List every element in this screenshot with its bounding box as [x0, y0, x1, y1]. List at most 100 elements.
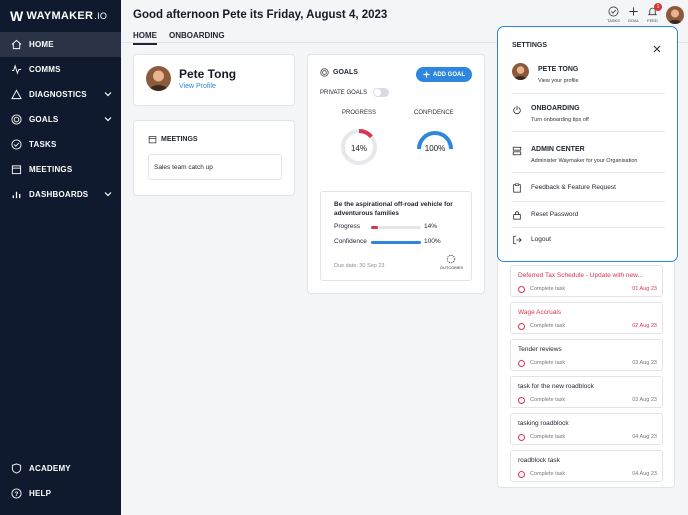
server-icon [512, 146, 522, 156]
outcomes-button[interactable]: OUTCOMES [440, 254, 463, 270]
task-complete-checkbox[interactable] [518, 397, 525, 404]
sidebar-item-comms[interactable]: COMMS [0, 57, 121, 82]
task-complete-checkbox[interactable] [518, 360, 525, 367]
avatar[interactable] [666, 6, 684, 24]
sidebar-item-label: HELP [29, 489, 52, 498]
settings-logout-item[interactable]: Logout [512, 235, 665, 247]
task-title: roadblock task [518, 457, 560, 464]
task-due-date: 03 Aug 23 [632, 360, 657, 366]
goals-title: GOALS [320, 68, 358, 77]
task-item[interactable]: tasking roadblock Complete task 04 Aug 2… [510, 413, 663, 445]
task-status: Complete task [530, 397, 566, 403]
target-icon [320, 68, 329, 77]
chevron-down-icon[interactable] [104, 190, 112, 199]
sidebar-item-help[interactable]: ? HELP [0, 481, 121, 506]
goal-confidence-value: 100% [424, 238, 441, 245]
chevron-down-icon[interactable] [104, 90, 112, 99]
power-icon [512, 105, 522, 115]
task-complete-checkbox[interactable] [518, 434, 525, 441]
profile-name: Pete Tong [179, 67, 237, 81]
goals-card: GOALS ADD GOAL PRIVATE GOALS PROGRESS CO… [307, 54, 485, 294]
divider [512, 227, 665, 228]
settings-reset-password-label: Reset Password [531, 211, 579, 218]
feed-count-badge: 1 [654, 3, 662, 11]
private-goals-toggle[interactable] [373, 88, 390, 97]
feed-action-button[interactable]: 1 FEED [647, 3, 662, 23]
brand-logo[interactable]: W WAYMAKER .IO [0, 0, 121, 32]
task-due-date: 04 Aug 23 [632, 471, 657, 477]
meeting-item[interactable]: Sales team catch up [148, 154, 282, 180]
sidebar-item-tasks[interactable]: TASKS [0, 132, 121, 157]
view-profile-link[interactable]: View Profile [179, 83, 216, 90]
goal-confidence-fill [371, 241, 421, 244]
brand-suffix: .IO [94, 11, 108, 21]
divider [512, 201, 665, 202]
task-due-date: 04 Aug 23 [632, 434, 657, 440]
goal-due-date: Due date: 30 Sep 23 [334, 263, 385, 269]
tasks-action-label: TASKS [607, 18, 620, 23]
sidebar-item-label: ACADEMY [29, 464, 71, 473]
goals-title-text: GOALS [333, 69, 358, 76]
profile-card: Pete Tong View Profile [133, 54, 295, 106]
sidebar-item-goals[interactable]: GOALS [0, 107, 121, 132]
task-item[interactable]: task for the new roadblock Complete task… [510, 376, 663, 408]
sidebar-item-home[interactable]: HOME [0, 32, 121, 57]
sidebar-item-academy[interactable]: ACADEMY [0, 456, 121, 481]
chevron-down-icon[interactable] [104, 115, 112, 124]
sidebar-item-diagnostics[interactable]: DIAGNOSTICS [0, 82, 121, 107]
settings-reset-password-item[interactable]: Reset Password [512, 210, 665, 222]
task-due-date: 01 Aug 23 [632, 286, 657, 292]
task-complete-checkbox[interactable] [518, 471, 525, 478]
task-status: Complete task [530, 360, 566, 366]
close-icon[interactable] [653, 40, 661, 58]
outcomes-label: OUTCOMES [439, 265, 463, 270]
settings-onboarding-item[interactable]: ONBOARDING Turn onboarding tips off [512, 105, 665, 127]
bar-chart-icon [10, 189, 22, 201]
tasks-action-button[interactable]: TASKS [607, 6, 620, 23]
check-circle-icon [10, 139, 22, 151]
task-item[interactable]: Wage Accruals Complete task 02 Aug 23 [510, 302, 663, 334]
sidebar-item-label: COMMS [29, 65, 61, 74]
task-item[interactable]: Tender reviews Complete task 03 Aug 23 [510, 339, 663, 371]
settings-profile-item[interactable]: PETE TONG View your profile [512, 63, 665, 88]
settings-admin-item[interactable]: ADMIN CENTER Administer Waymaker for you… [512, 146, 665, 168]
task-due-date: 03 Aug 23 [632, 397, 657, 403]
lock-icon [512, 210, 522, 220]
check-circle-icon [608, 6, 619, 17]
goal-confidence-bar [371, 241, 421, 244]
feed-action-label: FEED [647, 18, 658, 23]
private-goals-row: PRIVATE GOALS [320, 88, 390, 97]
meetings-title-text: MEETINGS [161, 136, 198, 143]
settings-onboarding-sub: Turn onboarding tips off [531, 117, 589, 123]
plus-icon [629, 7, 638, 16]
settings-panel: SETTINGS PETE TONG View your profile ONB… [497, 26, 678, 262]
goal-action-button[interactable]: GOAL [628, 6, 639, 23]
pulse-icon [10, 64, 22, 76]
sidebar-item-label: TASKS [29, 140, 57, 149]
task-complete-checkbox[interactable] [518, 286, 525, 293]
goal-progress-bar [371, 226, 421, 229]
sidebar-item-meetings[interactable]: MEETINGS [0, 157, 121, 182]
task-complete-checkbox[interactable] [518, 323, 525, 330]
calendar-icon [10, 164, 22, 176]
settings-feedback-item[interactable]: Feedback & Feature Request [512, 183, 665, 195]
home-icon [10, 39, 22, 51]
settings-onboarding-name: ONBOARDING [531, 105, 580, 112]
confidence-gauge-value: 100% [424, 144, 446, 153]
task-due-date: 02 Aug 23 [632, 323, 657, 329]
task-item[interactable]: Deferred Tax Schedule - Update with new.… [510, 265, 663, 297]
confidence-gauge-label: CONFIDENCE [414, 110, 454, 116]
help-icon: ? [10, 488, 22, 500]
waymaker-logo-icon: W [10, 8, 24, 24]
brand-name: WAYMAKER [26, 10, 94, 22]
add-goal-button[interactable]: ADD GOAL [416, 67, 472, 82]
sidebar-item-dashboards[interactable]: DASHBOARDS [0, 182, 121, 207]
goal-progress-fill [371, 226, 378, 229]
goal-item[interactable]: Be the aspirational off-road vehicle for… [320, 191, 472, 281]
task-item[interactable]: roadblock task Complete task 04 Aug 23 [510, 450, 663, 482]
task-title: task for the new roadblock [518, 383, 594, 390]
clipboard-icon [512, 183, 522, 193]
avatar[interactable] [146, 66, 171, 91]
settings-admin-sub: Administer Waymaker for your Organisatio… [531, 158, 638, 164]
settings-logout-label: Logout [531, 236, 551, 243]
